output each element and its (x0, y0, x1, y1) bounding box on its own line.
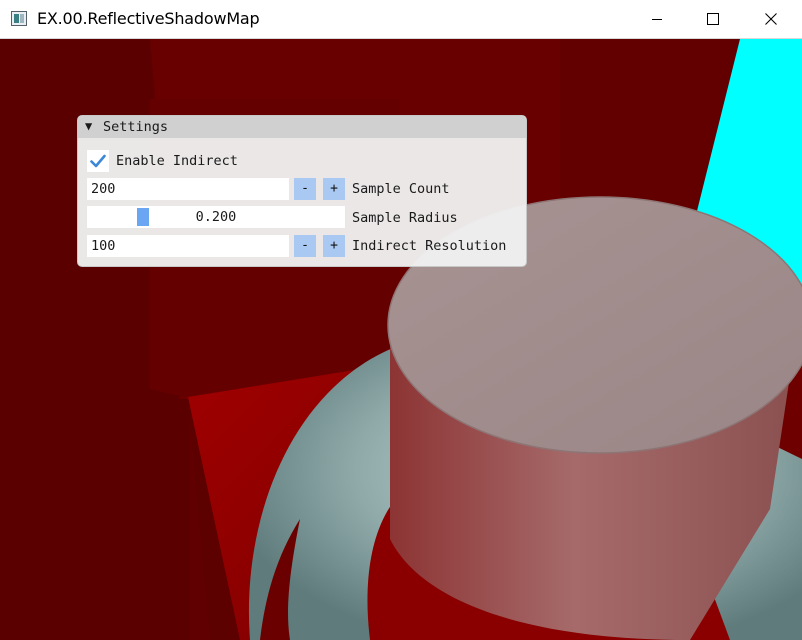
enable-indirect-label: Enable Indirect (116, 153, 238, 169)
close-icon (765, 13, 777, 25)
settings-panel[interactable]: ▼ Settings Enable Indirect 200 - + Sampl… (77, 115, 527, 267)
maximize-button[interactable] (685, 0, 741, 38)
sample-radius-slider[interactable]: 0.200 (87, 206, 345, 228)
enable-indirect-checkbox[interactable] (87, 150, 109, 172)
sample-count-input[interactable]: 200 (87, 178, 289, 200)
window-title: EX.00.ReflectiveShadowMap (37, 9, 260, 28)
close-button[interactable] (743, 0, 799, 38)
sample-radius-value: 0.200 (195, 209, 237, 225)
settings-header[interactable]: ▼ Settings (78, 116, 526, 138)
sample-radius-label: Sample Radius (352, 210, 458, 226)
sample-count-decrement-button[interactable]: - (294, 178, 316, 200)
settings-title: Settings (103, 119, 169, 135)
sample-count-label: Sample Count (352, 181, 450, 197)
indirect-resolution-decrement-button[interactable]: - (294, 235, 316, 257)
app-window-icon (11, 11, 27, 26)
checkmark-icon (90, 154, 106, 168)
indirect-resolution-input[interactable]: 100 (87, 235, 289, 257)
title-bar[interactable]: EX.00.ReflectiveShadowMap (0, 0, 802, 39)
minimize-button[interactable] (629, 0, 685, 38)
maximize-icon (707, 13, 719, 25)
minimize-icon (652, 19, 662, 20)
sample-count-increment-button[interactable]: + (323, 178, 345, 200)
indirect-resolution-increment-button[interactable]: + (323, 235, 345, 257)
indirect-resolution-label: Indirect Resolution (352, 238, 507, 254)
collapse-arrow-icon[interactable]: ▼ (85, 119, 92, 133)
